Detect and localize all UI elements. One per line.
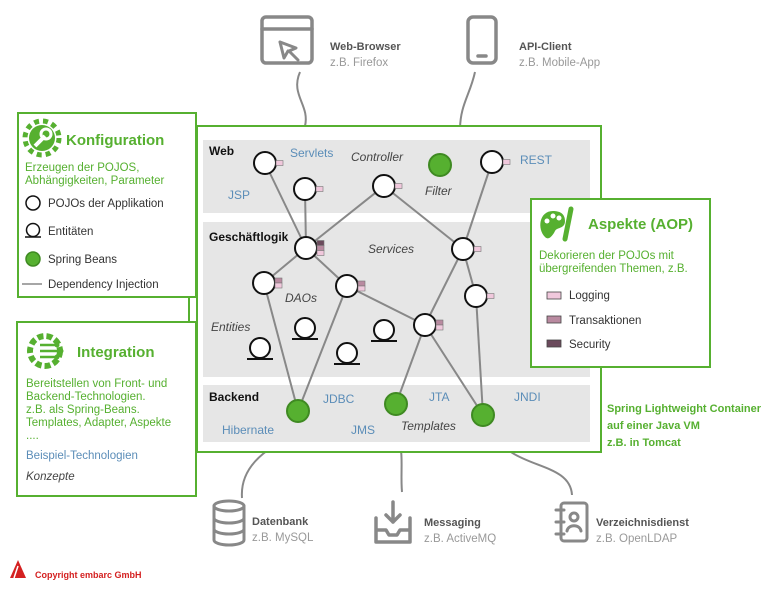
konfiguration-desc: Erzeugen der POJOS, bbox=[25, 162, 139, 174]
konfiguration-desc: Abhängigkeiten, Parameter bbox=[25, 175, 165, 187]
integration-desc: z.B. als Spring-Beans. bbox=[26, 404, 140, 416]
aspekte-title: Aspekte (AOP) bbox=[588, 216, 693, 233]
contact-book-icon bbox=[554, 501, 589, 543]
label-rest: REST bbox=[520, 153, 553, 167]
web-layer-title: Web bbox=[209, 144, 234, 158]
label-servlets: Servlets bbox=[290, 146, 333, 160]
dir-sub: z.B. OpenLDAP bbox=[596, 533, 678, 545]
backend-layer-title: Backend bbox=[209, 390, 259, 404]
security-swatch bbox=[546, 339, 562, 348]
embarc-logo bbox=[10, 560, 26, 579]
aspect-tag bbox=[275, 160, 284, 166]
aspect-tag bbox=[435, 319, 444, 326]
wrench-gear-icon bbox=[22, 118, 62, 158]
connector-browser bbox=[296, 71, 307, 127]
msg-title: Messaging bbox=[424, 517, 481, 529]
aspekte-desc: übergreifenden Themen, z.B. bbox=[539, 263, 688, 275]
integration-desc: Backend-Technologien. bbox=[26, 391, 146, 403]
aspect-tag bbox=[316, 240, 325, 246]
db-title: Datenbank bbox=[252, 516, 309, 528]
architecture-diagram: Web Servlets Controller Filter REST JSP … bbox=[10, 15, 762, 580]
legend-logging: Logging bbox=[569, 290, 610, 302]
browser-title: Web-Browser bbox=[330, 41, 401, 53]
label-services: Services bbox=[368, 242, 414, 256]
label-jndi: JNDI bbox=[514, 390, 541, 404]
label-jdbc: JDBC bbox=[323, 392, 355, 406]
msg-sub: z.B. ActiveMQ bbox=[424, 533, 496, 545]
api-sub: z.B. Mobile-App bbox=[519, 57, 600, 69]
spring-bean-node bbox=[428, 153, 452, 177]
integration-concept-label: Konzepte bbox=[26, 471, 75, 483]
konfiguration-title: Konfiguration bbox=[66, 132, 164, 149]
label-templates: Templates bbox=[401, 419, 456, 433]
container-caption-2: auf einer Java VM bbox=[607, 420, 700, 432]
connector-api bbox=[459, 71, 476, 131]
aspect-tag bbox=[274, 277, 283, 284]
integration-desc: Bereitstellen von Front- und bbox=[26, 378, 167, 390]
integration-desc: .... bbox=[26, 430, 39, 442]
aspect-tag bbox=[435, 324, 444, 331]
logic-layer-title: Geschäftlogik bbox=[209, 230, 289, 244]
copyright: Copyright embarc GmbH bbox=[35, 570, 142, 580]
database-icon bbox=[212, 499, 246, 547]
label-daos: DAOs bbox=[285, 291, 317, 305]
transaktionen-swatch bbox=[546, 315, 562, 324]
container-caption-3: z.B. in Tomcat bbox=[607, 437, 681, 449]
api-title: API-Client bbox=[519, 41, 572, 53]
browser-window-cursor-icon bbox=[260, 15, 314, 65]
container-caption-1: Spring Lightweight Container bbox=[607, 403, 762, 415]
label-entities: Entities bbox=[211, 320, 250, 334]
label-hibernate: Hibernate bbox=[222, 423, 274, 437]
aspect-tag bbox=[502, 159, 511, 165]
aspect-tag bbox=[274, 282, 283, 289]
legend-security: Security bbox=[569, 339, 611, 351]
aspect-tag bbox=[473, 246, 482, 252]
spring-bean-legend-icon bbox=[25, 251, 41, 267]
browser-sub: z.B. Firefox bbox=[330, 57, 388, 69]
legend-entity: Entitäten bbox=[48, 226, 93, 238]
db-sub: z.B. MySQL bbox=[252, 532, 314, 544]
aspect-tag bbox=[357, 285, 366, 292]
legend-transaktionen: Transaktionen bbox=[569, 315, 641, 327]
smartphone-icon bbox=[466, 15, 498, 65]
label-filter: Filter bbox=[425, 184, 453, 198]
aspect-tag bbox=[394, 183, 403, 189]
spring-bean-node bbox=[471, 403, 495, 427]
aspect-tag bbox=[315, 186, 324, 192]
aspect-tag bbox=[357, 280, 366, 287]
integration-title: Integration bbox=[77, 344, 155, 361]
integration-desc: Templates, Adapter, Aspekte bbox=[26, 417, 171, 429]
dir-title: Verzeichnisdienst bbox=[596, 517, 689, 529]
aspekte-desc: Dekorieren der POJOs mit bbox=[539, 250, 675, 262]
pojo-legend-icon bbox=[25, 195, 41, 211]
label-jsp: JSP bbox=[228, 188, 250, 202]
label-controller: Controller bbox=[351, 150, 404, 164]
aspect-tag bbox=[486, 293, 495, 299]
aspect-tag bbox=[316, 250, 325, 256]
integration-tech-label: Beispiel-Technologien bbox=[26, 450, 138, 462]
inbox-download-icon bbox=[374, 500, 412, 544]
pojo-node bbox=[294, 236, 325, 260]
spring-bean-node bbox=[384, 392, 408, 416]
label-jms: JMS bbox=[351, 423, 375, 437]
label-jta: JTA bbox=[429, 390, 449, 404]
legend-pojo: POJOs der Applikation bbox=[48, 198, 164, 210]
aspect-tag bbox=[316, 245, 325, 251]
legend-spring-bean: Spring Beans bbox=[48, 254, 117, 266]
logging-swatch bbox=[546, 291, 562, 300]
spring-bean-node bbox=[286, 399, 310, 423]
legend-di: Dependency Injection bbox=[48, 279, 159, 291]
